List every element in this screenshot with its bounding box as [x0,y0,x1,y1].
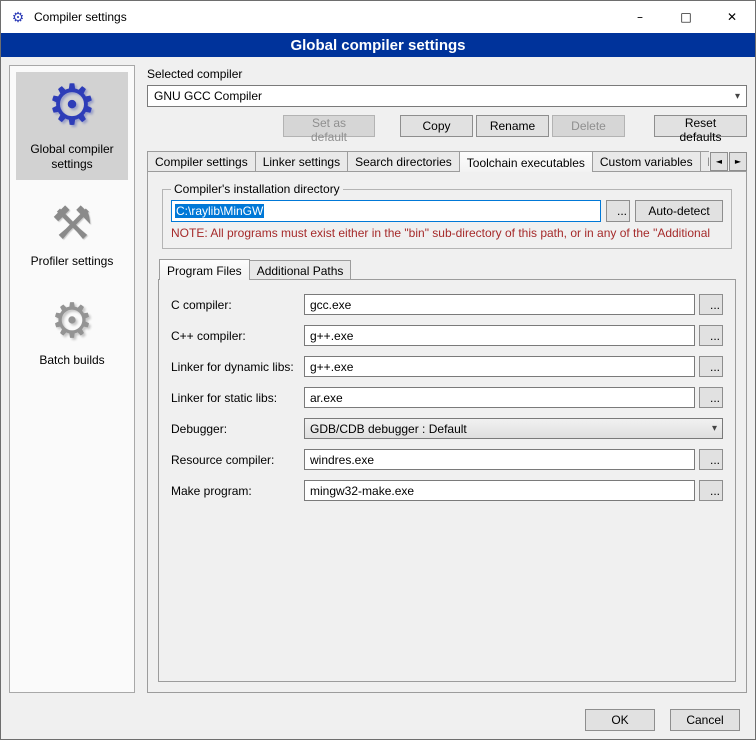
field-row-resource-compiler: Resource compiler: windres.exe ... [171,449,723,470]
compiler-button-row: Set as default Copy Rename Delete Reset … [147,115,747,137]
close-button[interactable]: ✕ [709,1,755,33]
tabs: Compiler settings Linker settings Search… [147,151,709,172]
program-files-panel: C compiler: gcc.exe ... C++ compiler: g+… [158,279,736,682]
debugger-value: GDB/CDB debugger : Default [310,422,712,436]
debugger-select[interactable]: GDB/CDB debugger : Default ▾ [304,418,723,439]
field-row-dynamic-linker: Linker for dynamic libs: g++.exe ... [171,356,723,377]
dynamic-linker-label: Linker for dynamic libs: [171,360,304,374]
minimize-button[interactable]: – [617,1,663,33]
installation-directory-value: C:\raylib\MinGW [175,204,264,218]
c-compiler-browse-button[interactable]: ... [699,294,723,315]
field-row-debugger: Debugger: GDB/CDB debugger : Default ▾ [171,418,723,439]
ok-button[interactable]: OK [585,709,655,731]
resource-compiler-label: Resource compiler: [171,453,304,467]
sidebar-item-profiler-settings[interactable]: ⚒ Profiler settings [16,194,128,277]
field-row-cpp-compiler: C++ compiler: g++.exe ... [171,325,723,346]
sidebar-item-label: Batch builds [39,353,104,367]
resource-compiler-input[interactable]: windres.exe [304,449,695,470]
resource-compiler-value: windres.exe [310,453,374,467]
c-compiler-value: gcc.exe [310,298,351,312]
window-controls: – □ ✕ [617,1,755,33]
profiler-icon: ⚒ [18,200,126,246]
delete-button[interactable]: Delete [552,115,625,137]
main-panel: Selected compiler GNU GCC Compiler ▾ Set… [135,57,755,701]
toolchain-executables-panel: Compiler's installation directory C:\ray… [147,171,747,693]
dynamic-linker-browse-button[interactable]: ... [699,356,723,377]
selected-compiler-label: Selected compiler [147,67,747,81]
settings-sidebar: ⚙ Global compiler settings ⚒ Profiler se… [9,65,135,693]
chevron-down-icon: ▾ [712,423,717,434]
installation-directory-legend: Compiler's installation directory [171,182,343,196]
tab-build-options[interactable]: Buil [700,151,709,171]
maximize-button[interactable]: □ [663,1,709,33]
field-row-c-compiler: C compiler: gcc.exe ... [171,294,723,315]
copy-button[interactable]: Copy [400,115,473,137]
cancel-button[interactable]: Cancel [670,709,740,731]
make-program-label: Make program: [171,484,304,498]
reset-defaults-button[interactable]: Reset defaults [654,115,747,137]
cpp-compiler-browse-button[interactable]: ... [699,325,723,346]
tab-search-directories[interactable]: Search directories [347,151,460,171]
compiler-select[interactable]: GNU GCC Compiler ▾ [147,85,747,107]
subtab-program-files[interactable]: Program Files [159,259,250,280]
c-compiler-label: C compiler: [171,298,304,312]
dialog-body: ⚙ Global compiler settings ⚒ Profiler se… [1,57,755,701]
resource-compiler-browse-button[interactable]: ... [699,449,723,470]
sidebar-item-global-compiler-settings[interactable]: ⚙ Global compiler settings [16,72,128,180]
subtab-additional-paths[interactable]: Additional Paths [249,260,352,280]
tab-toolchain-executables[interactable]: Toolchain executables [459,151,593,172]
static-linker-browse-button[interactable]: ... [699,387,723,408]
settings-tabstrip: Compiler settings Linker settings Search… [147,151,747,172]
static-linker-input[interactable]: ar.exe [304,387,695,408]
make-program-browse-button[interactable]: ... [699,480,723,501]
tab-custom-variables[interactable]: Custom variables [592,151,701,171]
dynamic-linker-value: g++.exe [310,360,353,374]
c-compiler-input[interactable]: gcc.exe [304,294,695,315]
field-row-make-program: Make program: mingw32-make.exe ... [171,480,723,501]
window-title: Compiler settings [34,10,127,24]
set-as-default-button[interactable]: Set as default [283,115,375,137]
sidebar-item-batch-builds[interactable]: ⚙ Batch builds [16,291,128,376]
gear-icon: ⚙ [18,78,126,134]
cpp-compiler-label: C++ compiler: [171,329,304,343]
make-program-input[interactable]: mingw32-make.exe [304,480,695,501]
tab-scroll-buttons: ◄ ► [710,152,747,171]
tab-scroll-right-icon[interactable]: ► [729,152,747,171]
auto-detect-button[interactable]: Auto-detect [635,200,723,222]
program-files-tabstrip: Program Files Additional Paths [158,259,736,280]
cpp-compiler-value: g++.exe [310,329,353,343]
browse-directory-button[interactable]: ... [606,200,630,222]
installation-directory-group: Compiler's installation directory C:\ray… [162,182,732,249]
compiler-select-value: GNU GCC Compiler [154,89,735,103]
sidebar-item-label: Profiler settings [31,254,114,268]
app-icon: ⚙ [10,9,26,25]
make-program-value: mingw32-make.exe [310,484,414,498]
static-linker-label: Linker for static libs: [171,391,304,405]
tab-scroll-left-icon[interactable]: ◄ [710,152,728,171]
cpp-compiler-input[interactable]: g++.exe [304,325,695,346]
compiler-settings-window: ⚙ Compiler settings – □ ✕ Global compile… [0,0,756,740]
batch-builds-icon: ⚙ [18,297,126,345]
tab-compiler-settings[interactable]: Compiler settings [147,151,256,171]
tab-linker-settings[interactable]: Linker settings [255,151,348,171]
rename-button[interactable]: Rename [476,115,549,137]
chevron-down-icon: ▾ [735,91,740,102]
debugger-label: Debugger: [171,422,304,436]
dialog-header: Global compiler settings [1,33,755,57]
dynamic-linker-input[interactable]: g++.exe [304,356,695,377]
titlebar: ⚙ Compiler settings – □ ✕ [1,1,755,33]
installation-directory-input[interactable]: C:\raylib\MinGW [171,200,601,222]
installation-directory-row: C:\raylib\MinGW ... Auto-detect [171,200,723,222]
sidebar-item-label: Global compiler settings [30,142,113,171]
static-linker-value: ar.exe [310,391,343,405]
bin-subdirectory-note: NOTE: All programs must exist either in … [171,226,723,240]
dialog-footer: OK Cancel [1,701,755,739]
field-row-static-linker: Linker for static libs: ar.exe ... [171,387,723,408]
